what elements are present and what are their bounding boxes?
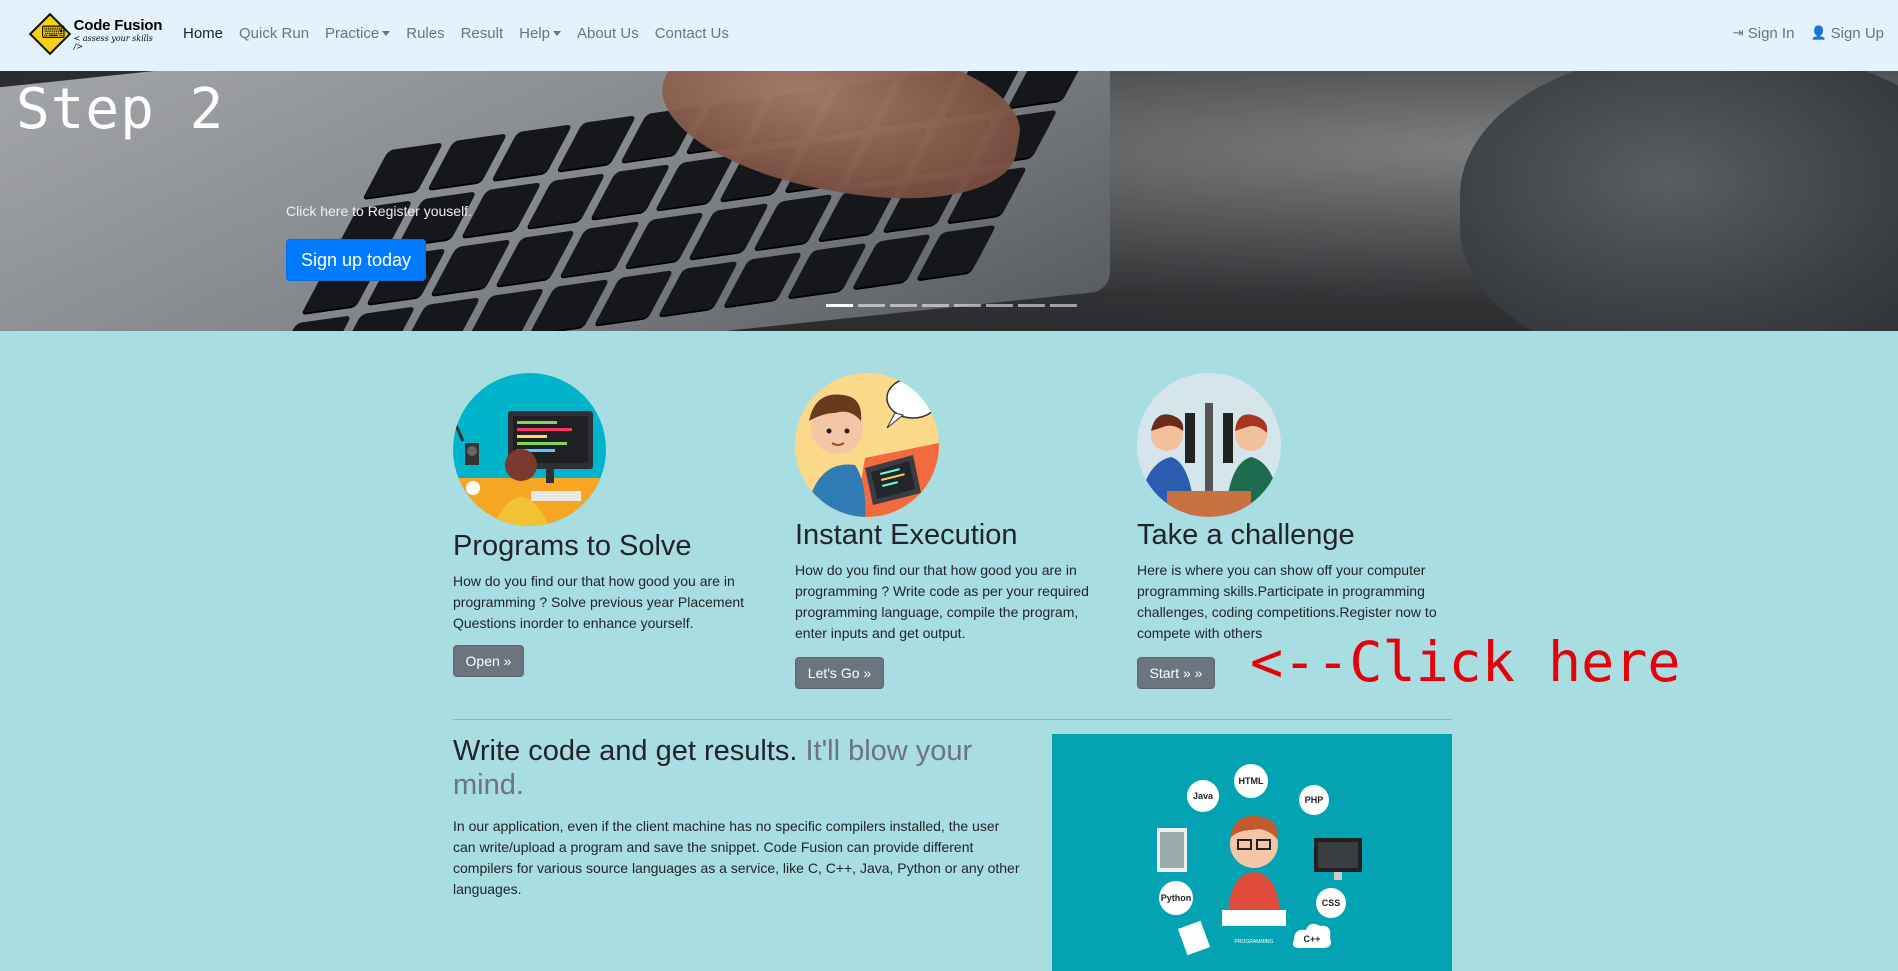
nav-link-quick-run[interactable]: Quick Run — [231, 25, 317, 42]
feature-title: Take a challenge — [1137, 519, 1355, 551]
sign-in-icon: ⇥ — [1732, 25, 1744, 41]
featurette-text: In our application, even if the client m… — [453, 818, 1020, 897]
carousel-indicator[interactable] — [826, 304, 853, 307]
programming-languages-image: Java HTML PHP Python CSS C++ PROGRAMMING — [1052, 734, 1452, 971]
carousel-indicator[interactable] — [1018, 304, 1045, 307]
nav-link-rules[interactable]: Rules — [398, 25, 452, 42]
brand-title: Code Fusion — [73, 16, 163, 34]
carousel-indicator[interactable] — [858, 304, 885, 307]
programmer-desk-image — [453, 373, 606, 526]
start-button[interactable]: Start » » — [1137, 657, 1215, 689]
svg-text:Python: Python — [1161, 893, 1192, 903]
brand-subtitle: < assess your skills /> — [73, 33, 153, 51]
carousel-indicator[interactable] — [1050, 304, 1077, 307]
carousel-indicator[interactable] — [986, 304, 1013, 307]
feature-card-instant-execution: Instant Execution How do you find our th… — [795, 373, 1105, 644]
user-plus-icon: 👤 — [1810, 25, 1827, 41]
section-divider — [453, 719, 1452, 720]
feature-card-challenge: Take a challenge Here is where you can s… — [1137, 373, 1457, 644]
svg-text:CSS: CSS — [1322, 898, 1341, 908]
svg-text:HTML: HTML — [1239, 776, 1264, 786]
open-button[interactable]: Open » — [453, 645, 524, 677]
lets-go-button[interactable]: Let's Go » — [795, 657, 884, 689]
nav-links: Home Quick Run Practice Rules Result Hel… — [175, 0, 737, 66]
featurette-heading: Write code and get results. It'll blow y… — [453, 735, 973, 801]
svg-text:PHP: PHP — [1305, 795, 1324, 805]
coders-competing-image — [1137, 373, 1281, 517]
svg-text:PROGRAMMING: PROGRAMMING — [1235, 939, 1274, 945]
hero-carousel: Step 2 Click here to Register youself. S… — [0, 71, 1898, 331]
nav-link-help[interactable]: Help — [511, 25, 569, 42]
feature-title: Programs to Solve — [453, 530, 692, 562]
developer-laptop-image — [795, 373, 939, 517]
hero-background-image — [0, 71, 1898, 331]
svg-text:Java: Java — [1193, 791, 1214, 801]
logo-diamond-icon: ⌨ — [28, 12, 72, 56]
feature-text: How do you find our that how good you ar… — [795, 562, 1089, 641]
sign-up-link[interactable]: 👤 Sign Up — [1802, 25, 1892, 42]
carousel-indicators — [826, 304, 1077, 307]
nav-link-result[interactable]: Result — [453, 25, 512, 42]
sign-up-today-button[interactable]: Sign up today — [286, 239, 426, 281]
top-navbar: ⌨ Code Fusion < assess your skills /> Ho… — [0, 0, 1898, 71]
auth-links: ⇥ Sign In 👤 Sign Up — [1725, 0, 1892, 66]
brand-logo[interactable]: ⌨ Code Fusion < assess your skills /> — [28, 12, 164, 56]
carousel-caption: Click here to Register youself. — [286, 203, 472, 219]
carousel-indicator[interactable] — [890, 304, 917, 307]
nav-link-about-us[interactable]: About Us — [569, 25, 647, 42]
sign-in-link[interactable]: ⇥ Sign In — [1725, 25, 1803, 42]
svg-text:C++: C++ — [1303, 934, 1320, 944]
caret-down-icon — [382, 30, 391, 36]
feature-text: How do you find our that how good you ar… — [453, 573, 745, 631]
click-here-annotation: <--Click here — [1250, 630, 1681, 694]
feature-title: Instant Execution — [795, 519, 1018, 551]
carousel-indicator[interactable] — [954, 304, 981, 307]
caret-down-icon — [552, 30, 561, 36]
step-label: Step 2 — [16, 77, 225, 142]
nav-link-practice[interactable]: Practice — [317, 25, 398, 42]
nav-link-home[interactable]: Home — [175, 25, 231, 42]
feature-card-programs: Programs to Solve How do you find our th… — [453, 373, 753, 634]
nav-link-contact-us[interactable]: Contact Us — [647, 25, 737, 42]
carousel-indicator[interactable] — [922, 304, 949, 307]
